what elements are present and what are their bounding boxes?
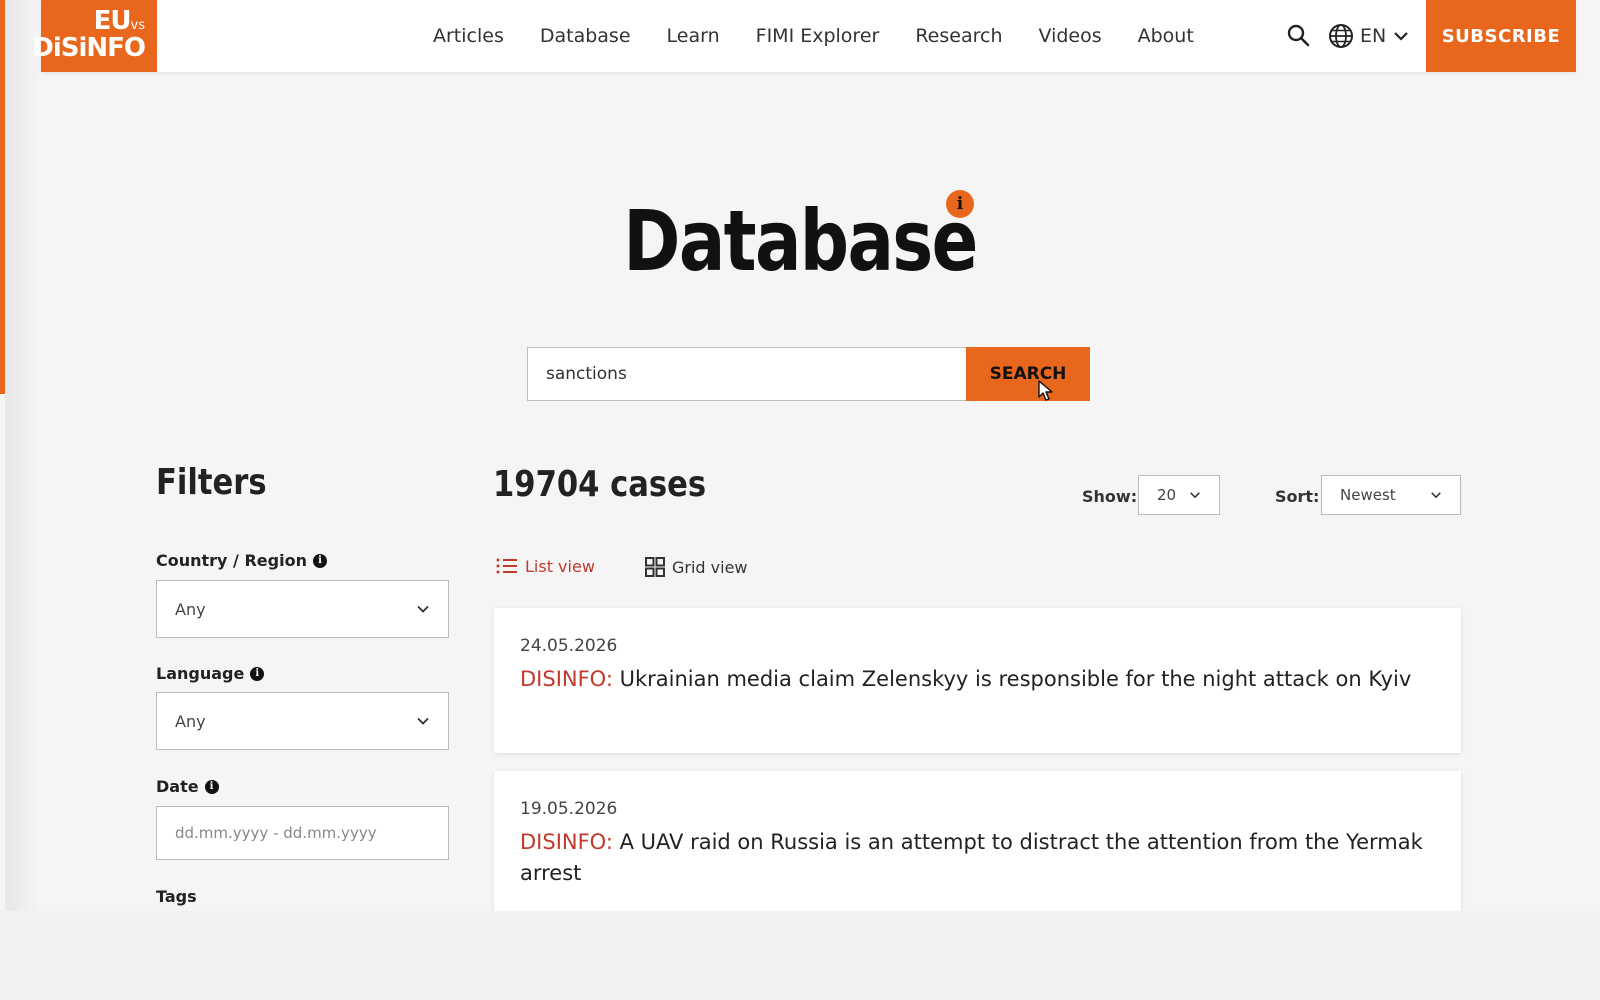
search-icon[interactable] [1285,22,1313,50]
page-title: Database [623,192,978,290]
chevron-down-icon [1190,492,1200,499]
info-icon[interactable]: i [250,666,265,681]
case-title-text: A UAV raid on Russia is an attempt to di… [520,830,1423,885]
show-label: Show: [1082,487,1138,506]
page-viewport: EUvs DiSiNFO Articles Database Learn FIM… [0,0,1600,911]
nav-about[interactable]: About [1138,25,1194,47]
country-label: Country / Region i [156,551,327,570]
grid-view-toggle[interactable]: Grid view [644,556,748,578]
sort-value: Newest [1340,486,1396,504]
left-shadow [5,0,41,911]
main-nav: Articles Database Learn FIMI Explorer Re… [433,0,1230,72]
search-input[interactable] [527,347,967,401]
info-icon[interactable]: i [312,553,327,568]
chevron-down-icon [1431,492,1441,499]
case-date: 19.05.2026 [520,799,618,819]
language-value: Any [175,711,206,731]
country-select[interactable]: Any [156,580,449,638]
grid-view-label: Grid view [672,557,748,577]
case-date: 24.05.2026 [520,636,618,656]
case-card[interactable]: 19.05.2026 DISINFO: A UAV raid on Russia… [494,771,1461,911]
language-selector[interactable]: EN [1328,21,1410,51]
language-code: EN [1360,25,1387,47]
site-header: EUvs DiSiNFO Articles Database Learn FIM… [32,0,1576,72]
nav-videos[interactable]: Videos [1038,25,1101,47]
case-title[interactable]: DISINFO: A UAV raid on Russia is an atte… [520,827,1435,889]
subscribe-button[interactable]: SUBSCRIBE [1426,0,1576,72]
language-label: Language i [156,664,265,683]
language-select[interactable]: Any [156,692,449,750]
list-icon [496,558,517,574]
country-value: Any [175,599,206,619]
date-label: Date i [156,777,219,796]
chevron-down-icon [1394,32,1408,41]
nav-learn[interactable]: Learn [667,25,720,47]
chevron-down-icon [417,717,429,725]
logo-line-2: DiSiNFO [32,33,146,63]
globe-icon [1329,24,1353,48]
mouse-cursor-icon [1038,380,1053,401]
grid-icon [645,557,665,577]
case-title-text: Ukrainian media claim Zelenskyy is respo… [619,667,1412,691]
case-card[interactable]: 24.05.2026 DISINFO: Ukrainian media clai… [494,608,1461,753]
nav-fimi-explorer[interactable]: FIMI Explorer [756,25,880,47]
search-button[interactable]: SEARCH [966,347,1090,401]
left-rail [5,394,9,911]
sort-select[interactable]: Newest [1321,475,1461,515]
filters-title: Filters [156,462,267,503]
disinfo-tag: DISINFO: [520,667,613,691]
nav-research[interactable]: Research [915,25,1002,47]
disinfo-tag: DISINFO: [520,830,613,854]
info-icon[interactable]: i [946,190,974,218]
site-logo[interactable]: EUvs DiSiNFO [32,0,157,72]
show-per-page-select[interactable]: 20 [1138,475,1220,515]
info-icon[interactable]: i [204,779,219,794]
show-value: 20 [1157,486,1177,504]
chevron-down-icon [417,605,429,613]
case-title[interactable]: DISINFO: Ukrainian media claim Zelenskyy… [520,664,1435,695]
nav-database[interactable]: Database [540,25,631,47]
tags-label: Tags [156,887,197,906]
results-count: 19704 cases [493,464,707,505]
nav-articles[interactable]: Articles [433,25,504,47]
date-range-field[interactable] [156,806,449,860]
list-view-toggle[interactable]: List view [495,556,595,576]
list-view-label: List view [525,556,595,576]
left-accent-bar [0,0,5,394]
sort-label: Sort: [1275,487,1320,506]
